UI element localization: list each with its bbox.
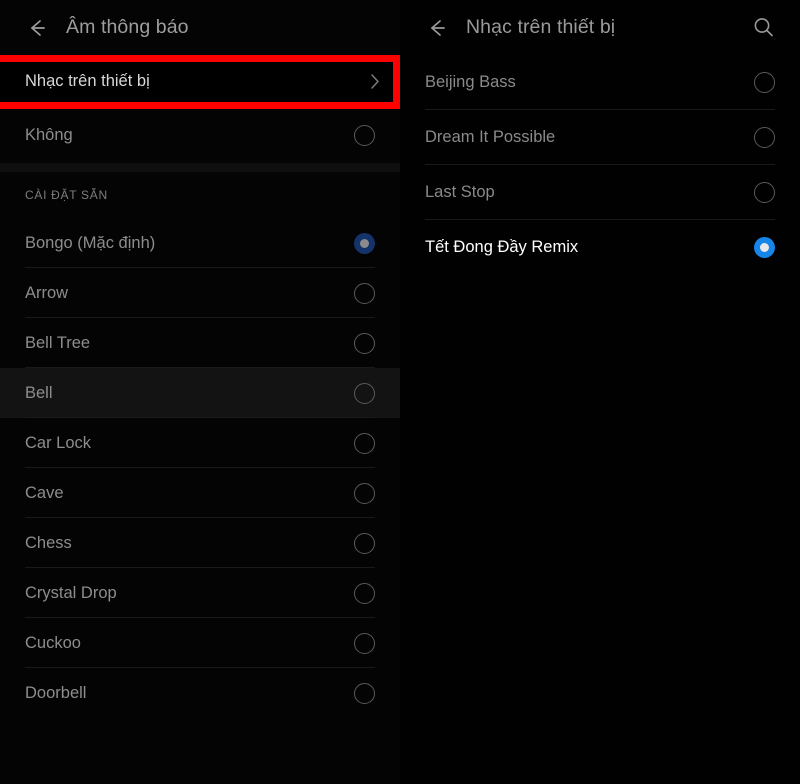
- radio-button[interactable]: [354, 282, 375, 304]
- list-item-label: Doorbell: [25, 683, 87, 702]
- left-ringtone-list: Bongo (Mặc định) Arrow Bell Tree Bell Car Lo…: [0, 218, 400, 718]
- radio-button[interactable]: [754, 237, 775, 258]
- radio-button[interactable]: [754, 182, 775, 203]
- right-panel-music-on-device: Nhạc trên thiết bị Beijing Bass Dream It …: [400, 0, 800, 784]
- list-item[interactable]: Last Stop: [400, 165, 800, 220]
- list-item[interactable]: Beijing Bass: [400, 55, 800, 110]
- nav-row-label: Nhạc trên thiết bị: [25, 71, 150, 90]
- search-icon[interactable]: [750, 14, 778, 42]
- list-item[interactable]: Chess: [0, 518, 400, 568]
- radio-button[interactable]: [354, 582, 375, 604]
- list-item-label: Tết Đong Đầy Remix: [425, 238, 579, 256]
- chevron-right-icon: [370, 73, 380, 90]
- radio-button[interactable]: [354, 232, 375, 254]
- radio-button[interactable]: [354, 532, 375, 554]
- list-item-label: Bongo (Mặc định): [25, 233, 156, 252]
- radio-button[interactable]: [354, 632, 375, 654]
- list-item-label: Bell: [25, 383, 53, 402]
- left-page-title: Âm thông báo: [66, 16, 189, 38]
- arrow-left-icon[interactable]: [22, 13, 52, 43]
- right-ringtone-list: Beijing Bass Dream It Possible Last Stop Tế…: [400, 55, 800, 275]
- radio-button[interactable]: [754, 127, 775, 148]
- nav-row-music-on-device[interactable]: Nhạc trên thiết bị: [0, 55, 400, 107]
- list-item[interactable]: Bell: [0, 368, 400, 418]
- right-page-title: Nhạc trên thiết bị: [466, 16, 616, 38]
- list-item-label: Chess: [25, 533, 72, 552]
- list-item[interactable]: Bell Tree: [0, 318, 400, 368]
- list-item-label: Bell Tree: [25, 333, 91, 352]
- list-item[interactable]: Doorbell: [0, 668, 400, 718]
- radio-button[interactable]: [354, 332, 375, 354]
- list-item-label: Không: [25, 125, 73, 144]
- list-item[interactable]: Crystal Drop: [0, 568, 400, 618]
- list-item-label: Crystal Drop: [25, 583, 117, 602]
- list-item-khong[interactable]: Không: [0, 107, 400, 163]
- section-band-divider: [0, 163, 400, 172]
- list-item[interactable]: Cave: [0, 468, 400, 518]
- right-appbar: Nhạc trên thiết bị: [400, 0, 800, 55]
- list-item[interactable]: Car Lock: [0, 418, 400, 468]
- radio-button[interactable]: [354, 382, 375, 404]
- arrow-left-icon[interactable]: [422, 13, 452, 43]
- list-item-label: Cuckoo: [25, 633, 81, 652]
- radio-button[interactable]: [354, 124, 375, 146]
- list-item-label: Arrow: [25, 283, 69, 302]
- list-item[interactable]: Dream It Possible: [400, 110, 800, 165]
- list-item[interactable]: Bongo (Mặc định): [0, 218, 400, 268]
- list-item-label: Dream It Possible: [425, 128, 556, 146]
- list-item-label: Car Lock: [25, 433, 92, 452]
- left-panel-notification-sound: Âm thông báo Nhạc trên thiết bị Không CÀ…: [0, 0, 400, 784]
- radio-button[interactable]: [354, 432, 375, 454]
- list-item-label: Last Stop: [425, 183, 495, 201]
- screen: Âm thông báo Nhạc trên thiết bị Không CÀ…: [0, 0, 800, 784]
- list-item[interactable]: Tết Đong Đầy Remix: [400, 220, 800, 275]
- list-item-label: Cave: [25, 483, 64, 502]
- section-header-preset: CÀI ĐẶT SẴN: [25, 188, 108, 202]
- list-item[interactable]: Arrow: [0, 268, 400, 318]
- left-appbar: Âm thông báo: [0, 0, 400, 55]
- list-item[interactable]: Cuckoo: [0, 618, 400, 668]
- radio-button[interactable]: [354, 682, 375, 704]
- radio-button[interactable]: [354, 482, 375, 504]
- radio-button[interactable]: [754, 72, 775, 93]
- list-item-label: Beijing Bass: [425, 73, 516, 91]
